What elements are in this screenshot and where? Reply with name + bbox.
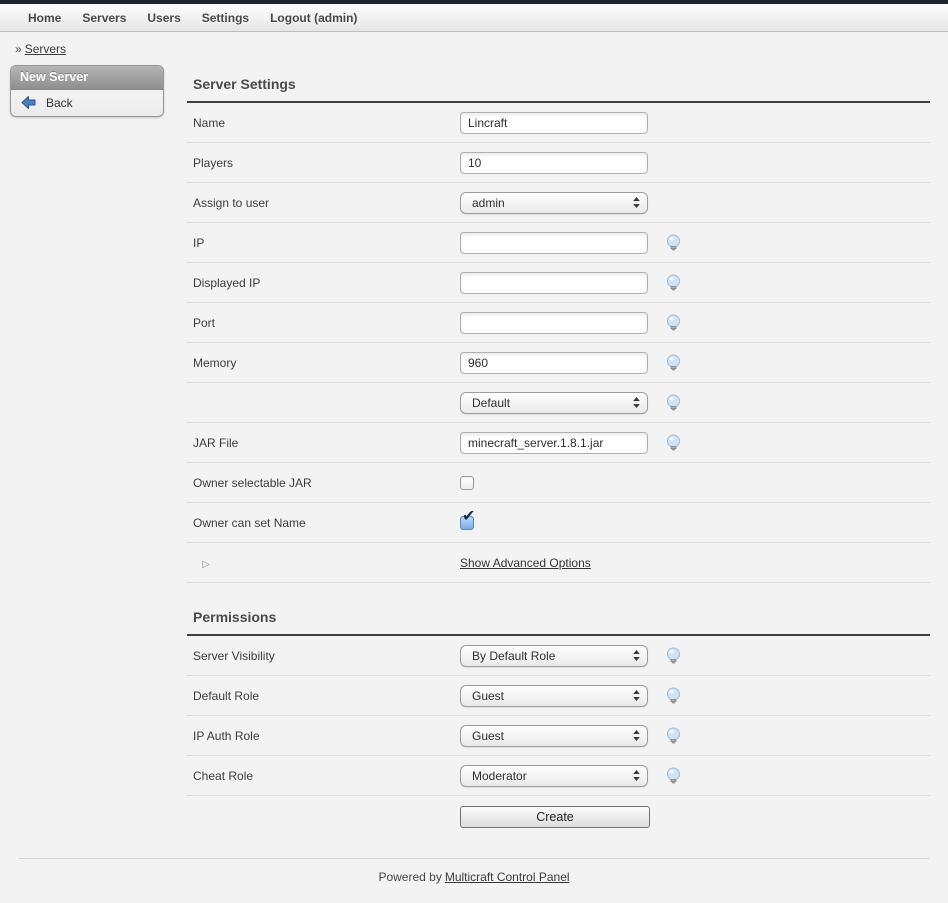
nav-item-home[interactable]: Home bbox=[28, 11, 61, 25]
cheat-role-label: Cheat Role bbox=[193, 769, 460, 783]
sidebar-panel: New Server Back bbox=[10, 65, 164, 117]
port-input[interactable] bbox=[460, 312, 648, 334]
default-role-label: Default Role bbox=[193, 689, 460, 703]
nav-item-servers[interactable]: Servers bbox=[82, 11, 126, 25]
nav-item-settings[interactable]: Settings bbox=[202, 11, 249, 25]
breadcrumb-link-servers[interactable]: Servers bbox=[25, 42, 66, 56]
section-heading-permissions: Permissions bbox=[187, 583, 930, 636]
back-arrow-icon bbox=[20, 95, 37, 110]
assign-to-user-select[interactable]: admin bbox=[460, 192, 648, 214]
players-label: Players bbox=[193, 156, 460, 170]
assign-to-user-label: Assign to user bbox=[193, 196, 460, 210]
cheat-role-selected-value: Moderator bbox=[472, 769, 527, 783]
select-stepper-icon bbox=[632, 689, 641, 702]
ip-label: IP bbox=[193, 236, 460, 250]
server-visibility-select[interactable]: By Default Role bbox=[460, 645, 648, 667]
form-row-assign-to-user: Assign to user admin bbox=[187, 183, 930, 223]
owner-selectable-jar-label: Owner selectable JAR bbox=[193, 476, 460, 490]
back-button[interactable]: Back bbox=[11, 90, 163, 116]
form-row-cheat-role: Cheat Role Moderator bbox=[187, 756, 930, 796]
server-visibility-selected-value: By Default Role bbox=[472, 649, 555, 663]
help-bulb-icon[interactable] bbox=[665, 727, 682, 745]
form-row-server-visibility: Server Visibility By Default Role bbox=[187, 636, 930, 676]
server-form: Server Settings Name Players Assign to u… bbox=[187, 70, 930, 838]
disclosure-triangle-icon[interactable]: ▷ bbox=[202, 559, 210, 570]
form-row-memory-preset: Default bbox=[187, 383, 930, 423]
footer-text: Powered by bbox=[378, 870, 441, 884]
help-bulb-icon[interactable] bbox=[665, 274, 682, 292]
help-bulb-icon[interactable] bbox=[665, 354, 682, 372]
default-role-select[interactable]: Guest bbox=[460, 685, 648, 707]
players-input[interactable] bbox=[460, 152, 648, 174]
ip-auth-role-select[interactable]: Guest bbox=[460, 725, 648, 747]
memory-label: Memory bbox=[193, 356, 460, 370]
help-bulb-icon[interactable] bbox=[665, 434, 682, 452]
memory-preset-select[interactable]: Default bbox=[460, 392, 648, 414]
memory-preset-selected-value: Default bbox=[472, 396, 510, 410]
form-row-jar-file: JAR File bbox=[187, 423, 930, 463]
form-row-owner-can-set-name: Owner can set Name ✔ bbox=[187, 503, 930, 543]
form-row-owner-selectable-jar: Owner selectable JAR bbox=[187, 463, 930, 503]
form-row-advanced-options: ▷ Show Advanced Options bbox=[187, 543, 930, 583]
help-bulb-icon[interactable] bbox=[665, 687, 682, 705]
show-advanced-options-link[interactable]: Show Advanced Options bbox=[460, 556, 591, 570]
form-row-players: Players bbox=[187, 143, 930, 183]
select-stepper-icon bbox=[632, 769, 641, 782]
name-input[interactable] bbox=[460, 112, 648, 134]
server-visibility-label: Server Visibility bbox=[193, 649, 460, 663]
form-row-memory: Memory bbox=[187, 343, 930, 383]
section-heading-server-settings: Server Settings bbox=[187, 70, 930, 103]
default-role-selected-value: Guest bbox=[472, 689, 504, 703]
form-row-name: Name bbox=[187, 103, 930, 143]
owner-can-set-name-label: Owner can set Name bbox=[193, 516, 460, 530]
form-row-port: Port bbox=[187, 303, 930, 343]
help-bulb-icon[interactable] bbox=[665, 394, 682, 412]
assign-to-user-selected-value: admin bbox=[472, 196, 505, 210]
cheat-role-select[interactable]: Moderator bbox=[460, 765, 648, 787]
page-footer: Powered by Multicraft Control Panel bbox=[19, 858, 929, 884]
displayed-ip-input[interactable] bbox=[460, 272, 648, 294]
form-row-displayed-ip: Displayed IP bbox=[187, 263, 930, 303]
sidebar-title: New Server bbox=[11, 66, 163, 90]
help-bulb-icon[interactable] bbox=[665, 767, 682, 785]
select-stepper-icon bbox=[632, 649, 641, 662]
form-row-ip: IP bbox=[187, 223, 930, 263]
form-row-ip-auth-role: IP Auth Role Guest bbox=[187, 716, 930, 756]
ip-auth-role-label: IP Auth Role bbox=[193, 729, 460, 743]
nav-item-logout[interactable]: Logout (admin) bbox=[270, 11, 357, 25]
ip-input[interactable] bbox=[460, 232, 648, 254]
checkmark-icon: ✔ bbox=[462, 509, 475, 525]
help-bulb-icon[interactable] bbox=[665, 234, 682, 252]
main-navbar: Home Servers Users Settings Logout (admi… bbox=[0, 4, 948, 32]
form-row-create: Create bbox=[187, 796, 930, 838]
nav-item-users[interactable]: Users bbox=[147, 11, 180, 25]
form-row-default-role: Default Role Guest bbox=[187, 676, 930, 716]
select-stepper-icon bbox=[632, 196, 641, 209]
footer-link-multicraft[interactable]: Multicraft Control Panel bbox=[445, 870, 570, 884]
owner-can-set-name-checkbox[interactable]: ✔ bbox=[460, 516, 474, 530]
ip-auth-role-selected-value: Guest bbox=[472, 729, 504, 743]
jar-file-input[interactable] bbox=[460, 432, 648, 454]
back-button-label: Back bbox=[46, 96, 73, 110]
memory-input[interactable] bbox=[460, 352, 648, 374]
select-stepper-icon bbox=[632, 729, 641, 742]
create-button[interactable]: Create bbox=[460, 806, 650, 828]
port-label: Port bbox=[193, 316, 460, 330]
advanced-options-disclosure: ▷ bbox=[193, 556, 460, 570]
breadcrumb-marker: » bbox=[15, 42, 22, 56]
help-bulb-icon[interactable] bbox=[665, 314, 682, 332]
owner-selectable-jar-checkbox[interactable] bbox=[460, 476, 474, 490]
displayed-ip-label: Displayed IP bbox=[193, 276, 460, 290]
breadcrumb: »Servers bbox=[0, 32, 948, 56]
select-stepper-icon bbox=[632, 396, 641, 409]
help-bulb-icon[interactable] bbox=[665, 647, 682, 665]
name-label: Name bbox=[193, 116, 460, 130]
jar-file-label: JAR File bbox=[193, 436, 460, 450]
